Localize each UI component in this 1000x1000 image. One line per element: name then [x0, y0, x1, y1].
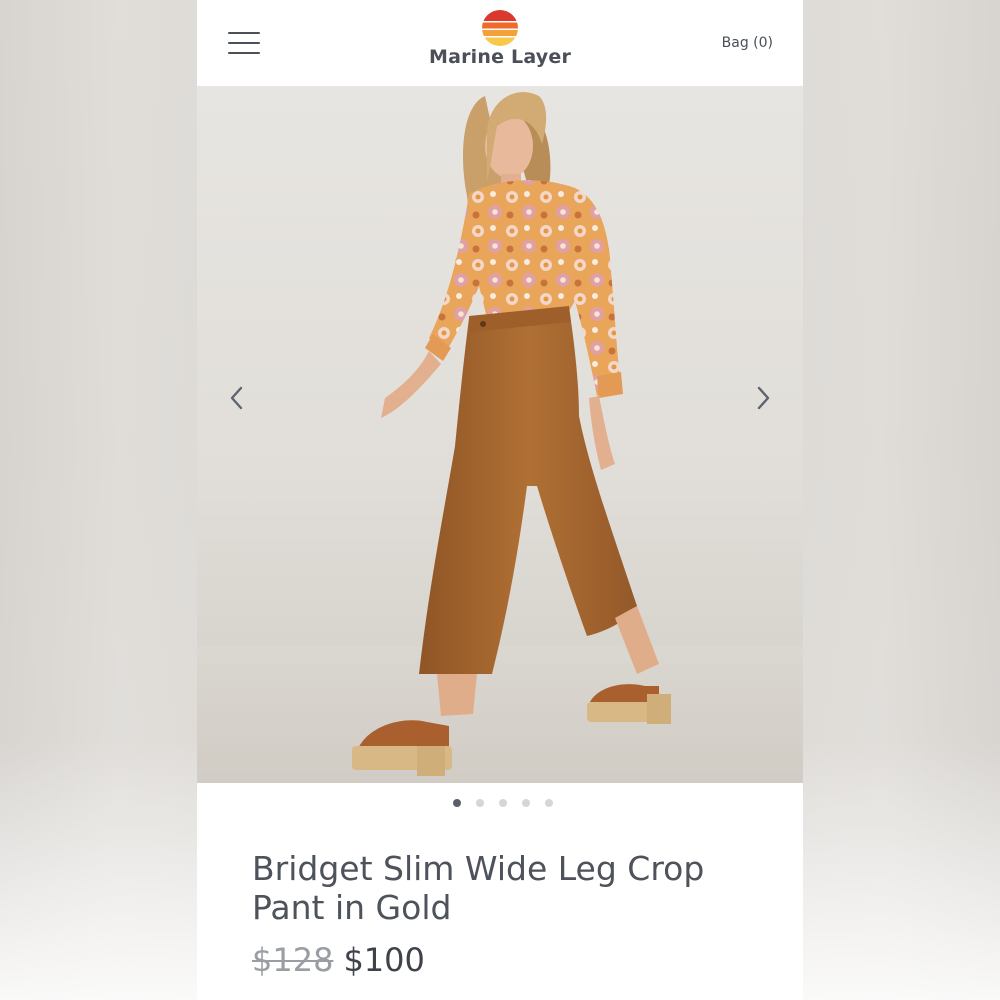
shopping-bag-link[interactable]: Bag (0)	[722, 35, 773, 51]
product-title: Bridget Slim Wide Leg Crop Pant in Gold	[252, 849, 705, 927]
chevron-right-icon[interactable]	[748, 381, 778, 415]
mobile-screen: Marine Layer Bag (0) Bridget Slim Wide L…	[197, 0, 803, 1000]
original-price: $128	[252, 941, 334, 979]
chevron-left-icon[interactable]	[222, 381, 252, 415]
sale-price: $100	[343, 941, 425, 979]
carousel-dots	[197, 799, 803, 809]
product-photo	[197, 92, 803, 783]
carousel-dot[interactable]	[499, 799, 507, 807]
carousel-dot[interactable]	[453, 799, 461, 807]
carousel-dot[interactable]	[545, 799, 553, 807]
brand-name[interactable]: Marine Layer	[400, 46, 600, 68]
carousel-dot[interactable]	[522, 799, 530, 807]
site-header: Marine Layer Bag (0)	[197, 0, 803, 86]
carousel-dot[interactable]	[476, 799, 484, 807]
hamburger-menu-icon[interactable]	[228, 32, 260, 54]
sunset-logo-icon[interactable]	[482, 10, 518, 46]
price-row: $128 $100	[252, 940, 425, 980]
product-image-carousel[interactable]	[197, 86, 803, 783]
